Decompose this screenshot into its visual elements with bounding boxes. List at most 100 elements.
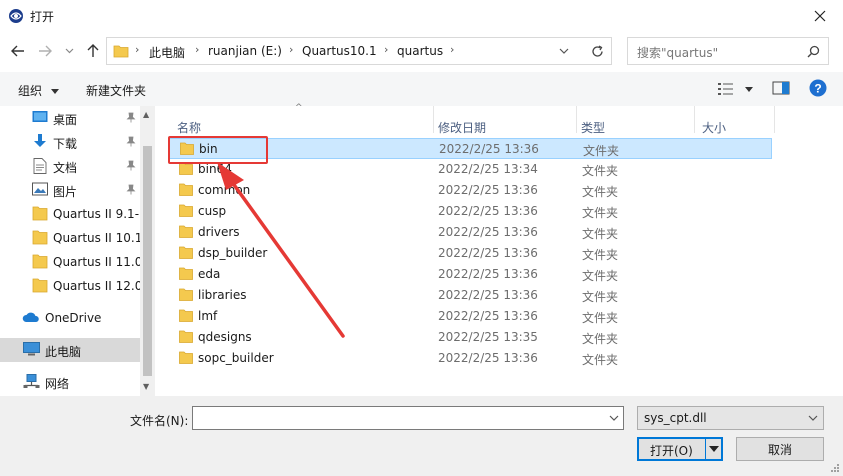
file-type: 文件夹 [582, 311, 619, 325]
view-options-button[interactable] [717, 81, 757, 99]
sidebar-item-quartus-101[interactable]: Quartus II 10.1 [0, 226, 140, 250]
arrow-right-icon [39, 45, 52, 57]
folder-icon [32, 230, 48, 245]
pin-icon[interactable] [126, 184, 136, 195]
file-name: eda [198, 267, 221, 281]
column-header-type[interactable]: 类型 [581, 119, 605, 136]
address-bar[interactable]: › 此电脑 › ruanjian (E:) › Quartus10.1 › qu… [106, 37, 612, 65]
sidebar-item-label: 桌面 [53, 113, 78, 127]
sidebar-item-quartus-110[interactable]: Quartus II 11.0 [0, 250, 140, 274]
network-icon [23, 374, 40, 388]
file-type-select[interactable]: sys_cpt.dll [637, 406, 824, 430]
help-icon: ? [809, 79, 827, 97]
file-row-eda[interactable]: eda 2022/2/25 13:36 文件夹 [169, 264, 772, 285]
title-bar: 打开 [0, 0, 843, 32]
pin-icon[interactable] [126, 112, 136, 123]
column-divider[interactable] [774, 106, 775, 133]
file-row-bin[interactable]: bin 2022/2/25 13:36 文件夹 [169, 138, 772, 159]
sidebar-item-documents[interactable]: 文档 [0, 154, 140, 178]
organize-menu[interactable]: 组织 [18, 82, 59, 99]
chevron-down-icon [808, 415, 818, 421]
resize-grip-icon[interactable] [830, 463, 840, 473]
column-header-date[interactable]: 修改日期 [438, 119, 486, 136]
forward-button[interactable] [35, 41, 55, 61]
navigation-bar: › 此电脑 › ruanjian (E:) › Quartus10.1 › qu… [0, 32, 843, 70]
file-row-qdesigns[interactable]: qdesigns 2022/2/25 13:35 文件夹 [169, 327, 772, 348]
file-date: 2022/2/25 13:36 [438, 288, 538, 302]
filename-input[interactable] [192, 406, 624, 430]
help-button[interactable]: ? [809, 79, 827, 97]
folder-icon [179, 162, 193, 175]
file-name: cusp [198, 204, 227, 218]
close-button[interactable] [797, 0, 843, 32]
sidebar-scroll-thumb[interactable] [143, 146, 152, 376]
svg-text:?: ? [814, 82, 821, 96]
file-row-sopc-builder[interactable]: sopc_builder 2022/2/25 13:36 文件夹 [169, 348, 772, 369]
column-divider[interactable] [694, 106, 695, 133]
breadcrumb-separator: › [384, 43, 389, 56]
file-row-bin64[interactable]: bin64 2022/2/25 13:34 文件夹 [169, 159, 772, 180]
file-date: 2022/2/25 13:36 [438, 309, 538, 323]
file-row-cusp[interactable]: cusp 2022/2/25 13:36 文件夹 [169, 201, 772, 222]
chevron-down-icon [65, 48, 73, 54]
chevron-down-icon[interactable] [559, 48, 569, 54]
sidebar-item-label: Quartus II 9.1-( [53, 207, 140, 221]
chevron-down-icon[interactable] [609, 415, 619, 421]
sidebar-item-pictures[interactable]: 图片 [0, 178, 140, 202]
folder-icon [179, 267, 193, 280]
recent-locations-button[interactable] [62, 41, 76, 61]
folder-icon [180, 142, 194, 155]
breadcrumb-separator: › [289, 43, 294, 56]
file-name: drivers [198, 225, 240, 239]
column-divider[interactable] [433, 106, 434, 133]
open-button-label: 打开(O) [650, 444, 693, 458]
folder-icon [179, 351, 193, 364]
sidebar-scrollbar[interactable]: ▲ ▼ [140, 106, 155, 396]
file-row-lmf[interactable]: lmf 2022/2/25 13:36 文件夹 [169, 306, 772, 327]
file-row-common[interactable]: common 2022/2/25 13:36 文件夹 [169, 180, 772, 201]
cancel-button[interactable]: 取消 [736, 437, 824, 461]
arrow-up-icon [87, 44, 99, 57]
organize-label: 组织 [18, 84, 43, 98]
refresh-icon [592, 44, 603, 57]
breadcrumb-this-pc[interactable]: 此电脑 [149, 44, 185, 61]
refresh-button[interactable] [584, 37, 612, 65]
file-row-libraries[interactable]: libraries 2022/2/25 13:36 文件夹 [169, 285, 772, 306]
column-header-size[interactable]: 大小 [702, 119, 726, 136]
sidebar-item-label: 文档 [53, 161, 78, 175]
sidebar-item-quartus-120[interactable]: Quartus II 12.0 [0, 274, 140, 298]
new-folder-button[interactable]: 新建文件夹 [86, 82, 146, 99]
back-button[interactable] [8, 41, 28, 61]
file-type: 文件夹 [582, 269, 619, 283]
toolbar: 组织 新建文件夹 ? [0, 72, 843, 106]
sidebar-item-this-pc[interactable]: 此电脑 [0, 338, 140, 362]
scroll-up-icon[interactable]: ▲ [143, 110, 149, 119]
file-date: 2022/2/25 13:36 [438, 351, 538, 365]
details-view-icon [718, 83, 733, 95]
sidebar-item-network[interactable]: 网络 [0, 370, 140, 394]
search-box[interactable]: 搜索"quartus" [627, 37, 829, 65]
up-button[interactable] [83, 41, 103, 61]
preview-pane-button[interactable] [772, 81, 790, 97]
download-icon [34, 134, 46, 147]
file-row-dsp-builder[interactable]: dsp_builder 2022/2/25 13:36 文件夹 [169, 243, 772, 264]
sidebar-item-onedrive[interactable]: OneDrive [0, 306, 140, 330]
breadcrumb-drive[interactable]: ruanjian (E:) [208, 44, 282, 58]
breadcrumb-quartus101[interactable]: Quartus10.1 [302, 44, 377, 58]
open-button[interactable]: 打开(O) [637, 437, 723, 461]
folder-icon [113, 45, 129, 58]
breadcrumb-quartus[interactable]: quartus [397, 44, 443, 58]
file-row-drivers[interactable]: drivers 2022/2/25 13:36 文件夹 [169, 222, 772, 243]
caret-down-icon[interactable] [709, 446, 719, 452]
sidebar-item-label: Quartus II 11.0 [53, 255, 140, 269]
app-icon [9, 9, 23, 23]
sidebar-item-label: 此电脑 [45, 345, 82, 359]
scroll-down-icon[interactable]: ▼ [143, 382, 149, 391]
column-divider[interactable] [576, 106, 577, 133]
pin-icon[interactable] [126, 160, 136, 171]
pin-icon[interactable] [126, 136, 136, 147]
column-header-name[interactable]: 名称 [177, 119, 201, 136]
sidebar-item-downloads[interactable]: 下载 [0, 130, 140, 154]
sidebar-item-quartus-91[interactable]: Quartus II 9.1-( [0, 202, 140, 226]
sidebar-item-desktop[interactable]: 桌面 [0, 106, 140, 130]
